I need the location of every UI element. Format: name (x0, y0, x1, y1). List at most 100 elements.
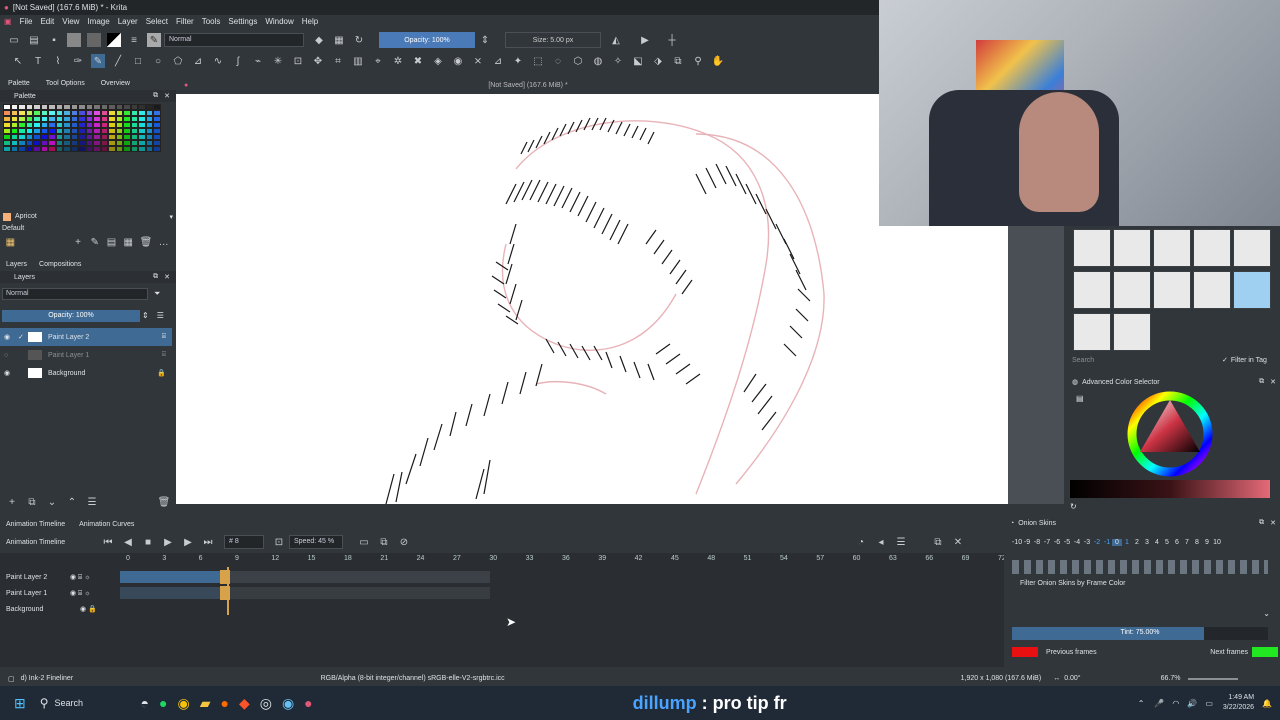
taskbar-search[interactable]: Search (55, 698, 135, 708)
palette-swatch[interactable] (63, 146, 71, 152)
brush-preset-tile[interactable] (1153, 271, 1191, 309)
lock-icon[interactable]: 🔒 (157, 369, 166, 377)
palette-swatch[interactable] (25, 146, 33, 152)
spin-arrows-icon[interactable]: ⇕ (478, 33, 492, 47)
blend-mode-select[interactable]: Normal (164, 33, 304, 47)
onion-frame-number[interactable]: -2 (1092, 539, 1102, 546)
text-tool-icon[interactable]: T (31, 54, 45, 68)
rotation-icon[interactable]: ↔ (1053, 675, 1060, 682)
rectangle-tool-icon[interactable]: □ (131, 54, 145, 68)
layer-properties-icon[interactable]: ☰ (85, 495, 99, 509)
onion-frame-number[interactable]: 7 (1182, 539, 1192, 546)
close-icon[interactable]: ✕ (1270, 378, 1276, 386)
onion-filter-label[interactable]: Filter Onion Skins by Frame Color (1020, 580, 1125, 587)
onion-frame-number[interactable]: 3 (1142, 539, 1152, 546)
layer-blend-select[interactable]: Normal (2, 288, 148, 300)
mirror-horizontal-icon[interactable]: ◭ (609, 33, 623, 47)
obs-icon[interactable]: ◎ (260, 695, 272, 712)
more-icon[interactable]: … (158, 235, 169, 249)
eraser-icon[interactable]: ◆ (312, 33, 326, 47)
menu-window[interactable]: Window (265, 17, 293, 26)
first-frame-icon[interactable]: ⏮ (101, 535, 115, 549)
copy-frames-icon[interactable]: ⧉ (377, 535, 391, 549)
onion-frame-number[interactable]: -3 (1082, 539, 1092, 546)
frame-input[interactable]: # 8 (224, 535, 264, 549)
fit-frames-icon[interactable]: ▭ (357, 535, 371, 549)
tab-compositions[interactable]: Compositions (33, 261, 87, 268)
palette-library-icon[interactable]: ▤ (106, 235, 117, 249)
clock[interactable]: 1:49 AM 3/22/2026 (1223, 693, 1254, 713)
empty-frames[interactable] (230, 587, 490, 599)
onion-frame-number[interactable]: 6 (1172, 539, 1182, 546)
keyframe-strip[interactable] (120, 571, 220, 583)
onion-frame-number[interactable]: -4 (1072, 539, 1082, 546)
layer-row[interactable]: ◉ ✓ Paint Layer 2 ⌸ (0, 328, 172, 346)
palette-swatch[interactable] (123, 146, 131, 152)
float-icon[interactable]: ⧉ (1259, 519, 1264, 527)
timeline-track[interactable]: Background ◉ 🔒 (0, 601, 1000, 617)
tab-overview[interactable]: Overview (93, 80, 138, 87)
tab-layers[interactable]: Layers (0, 261, 33, 268)
brush-preset-tile[interactable] (1113, 313, 1151, 351)
palette-swatch[interactable] (40, 146, 48, 152)
onion-frame-number[interactable]: -6 (1052, 539, 1062, 546)
delete-swatch-icon[interactable]: 🗑 (140, 235, 153, 249)
brush-preset-tile[interactable] (1233, 229, 1271, 267)
settings-icon[interactable]: ▤ (1076, 394, 1084, 403)
reference-tool-icon[interactable]: ✦ (511, 54, 525, 68)
tab-animation-curves[interactable]: Animation Curves (79, 521, 134, 528)
float-icon[interactable]: ⧉ (1259, 378, 1264, 386)
rect-select-icon[interactable]: ⬚ (531, 54, 545, 68)
freehand-path-icon[interactable]: ʃ (231, 54, 245, 68)
track-visibility-icon[interactable]: ◉ ⌸ ☼ (70, 573, 120, 582)
brush-preset-icon[interactable]: ✎ (147, 33, 161, 47)
play-icon[interactable]: ▶ (161, 535, 175, 549)
color-wheel[interactable] (1124, 388, 1224, 488)
menu-settings[interactable]: Settings (228, 17, 257, 26)
check-icon[interactable]: ✓ (1222, 356, 1228, 364)
freehand-select-icon[interactable]: ◍ (591, 54, 605, 68)
tint-slider[interactable]: Tint: 75.00% (1012, 627, 1268, 640)
palette-swatch[interactable] (33, 146, 41, 152)
onion-frame-number[interactable]: -1 (1102, 539, 1112, 546)
menu-icon[interactable]: ☰ (157, 311, 164, 320)
volume-icon[interactable]: 🔊 (1187, 699, 1197, 708)
open-folder-icon[interactable]: ▤ (27, 33, 41, 47)
menu-help[interactable]: Help (302, 17, 318, 26)
playhead[interactable] (227, 567, 229, 615)
tab-animation-timeline[interactable]: Animation Timeline (6, 521, 65, 528)
brush-preset-tile[interactable] (1233, 271, 1271, 309)
brush-settings-icon[interactable]: ≡ (127, 33, 141, 47)
battery-icon[interactable]: ▭ (1205, 699, 1213, 708)
enclose-fill-icon[interactable]: ◉ (451, 54, 465, 68)
brush-preset-tile[interactable] (1193, 229, 1231, 267)
brush-search-input[interactable]: Search (1072, 357, 1222, 364)
menu-image[interactable]: Image (87, 17, 109, 26)
steam-icon[interactable]: ◉ (282, 695, 294, 712)
close-icon[interactable]: ✕ (1270, 519, 1276, 527)
brush-preset-tile[interactable] (1073, 271, 1111, 309)
close-icon[interactable]: ✕ (164, 273, 170, 281)
gradient-tool-icon[interactable]: ▥ (351, 54, 365, 68)
measure-tool-icon[interactable]: ⊿ (491, 54, 505, 68)
palette-swatch[interactable] (78, 146, 86, 152)
mirror-vertical-icon[interactable]: ▶ (638, 33, 652, 47)
color-picker-icon[interactable]: ⌖ (371, 54, 385, 68)
menu-file[interactable]: File (20, 17, 33, 26)
add-layer-icon[interactable]: + (5, 495, 19, 509)
brush-preset-tile[interactable] (1153, 229, 1191, 267)
wrap-around-icon[interactable]: ┼ (665, 33, 679, 47)
polygon-tool-icon[interactable]: ⬠ (171, 54, 185, 68)
current-brush[interactable]: d) Ink-2 Fineliner (21, 675, 321, 682)
color-gradient-bar[interactable] (1070, 480, 1270, 498)
prev-frame-icon[interactable]: ◀ (121, 535, 135, 549)
layer-row[interactable]: ◉ Background 🔒 (0, 364, 172, 382)
fill-tool-icon[interactable]: ◈ (431, 54, 445, 68)
palette-swatches[interactable] (3, 104, 161, 152)
float-icon[interactable]: ⧉ (153, 92, 158, 100)
layer-opacity-slider[interactable]: Opacity: 100% (2, 309, 140, 322)
brave-icon[interactable]: ◆ (239, 695, 250, 712)
palette-swatch[interactable] (130, 146, 138, 152)
multibrush-icon[interactable]: ✳ (271, 54, 285, 68)
opacity-slider[interactable]: Opacity: 100% (379, 32, 475, 48)
